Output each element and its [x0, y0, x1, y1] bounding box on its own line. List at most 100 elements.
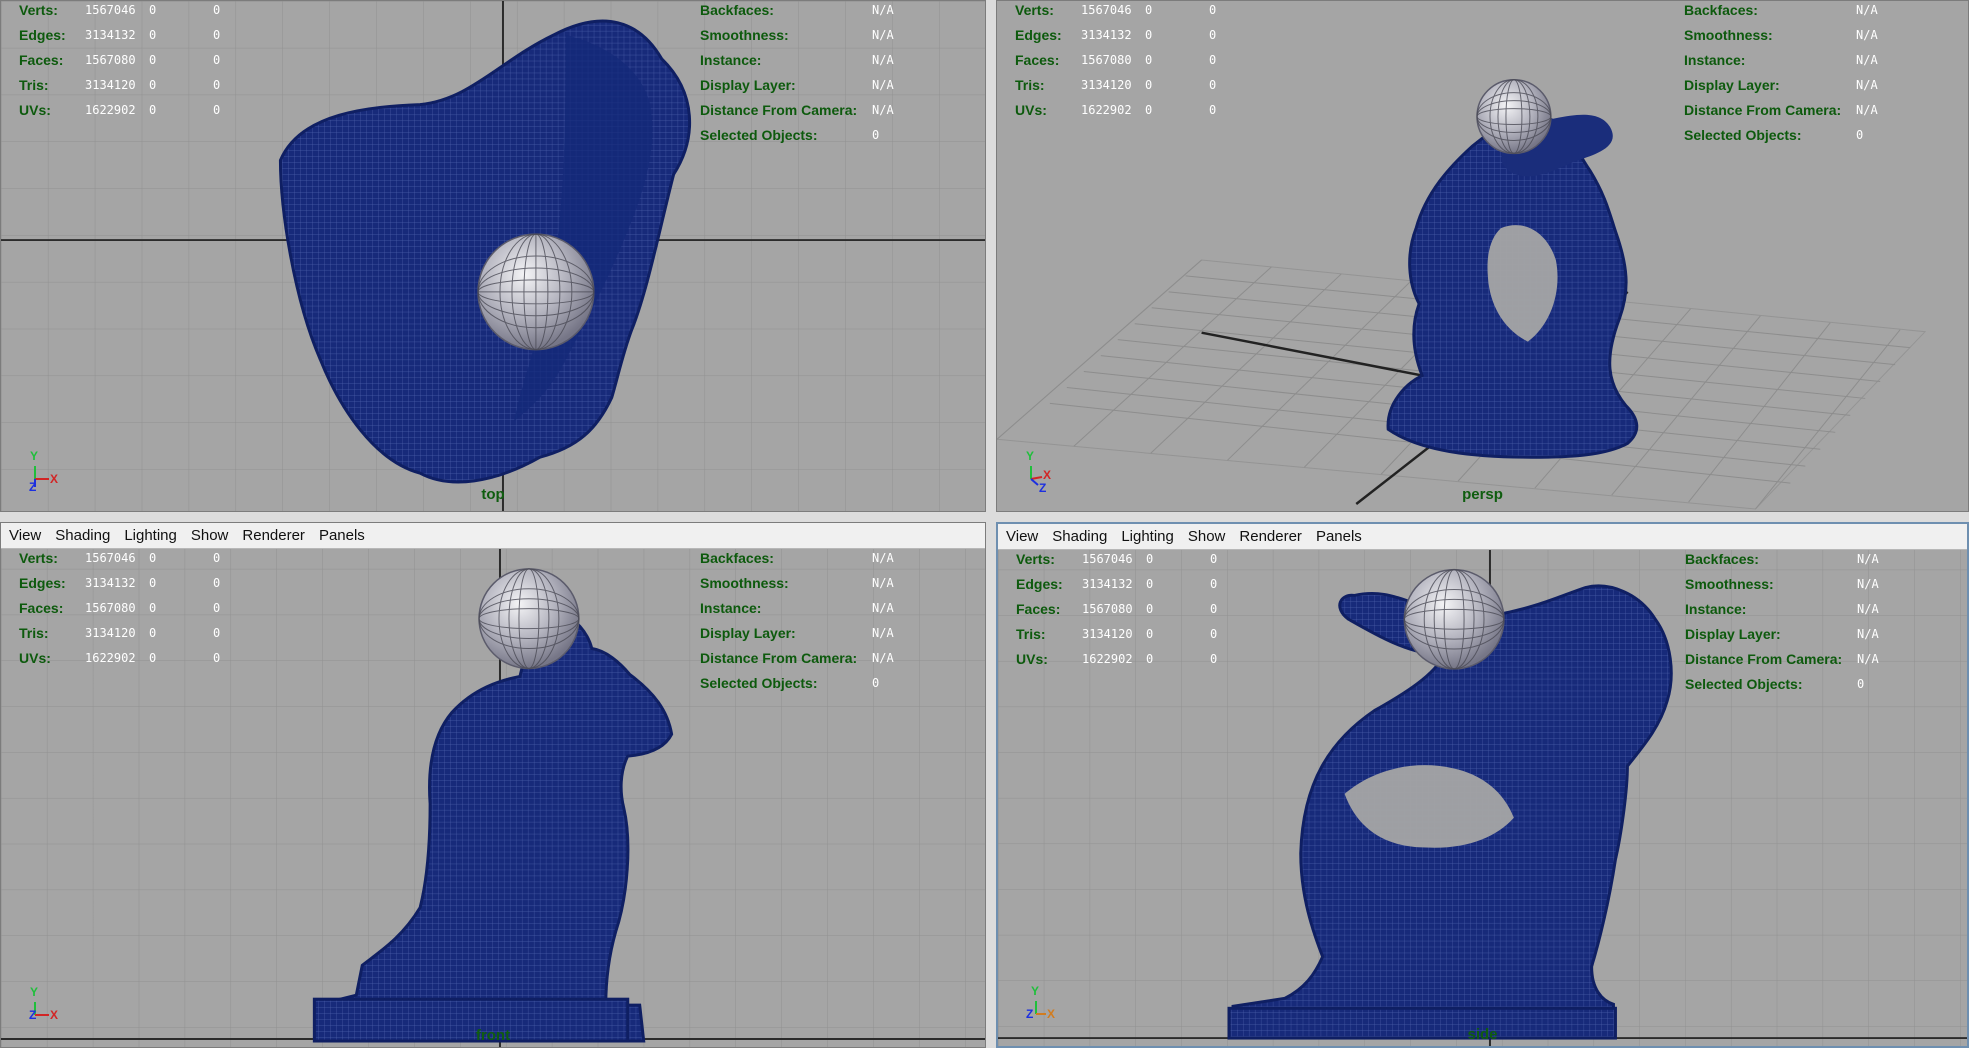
hud-value: 0 [872, 676, 880, 690]
hud-label: Verts: [1016, 551, 1055, 567]
hud-label: Smoothness: [1685, 576, 1774, 592]
menu-view[interactable]: View [7, 525, 43, 546]
hud-row: Verts: 1567046 0 0 [19, 546, 277, 571]
menu-show[interactable]: Show [189, 525, 231, 546]
hud-row: Distance From Camera: N/A [1685, 647, 1879, 672]
axis-y-label: Y [1026, 449, 1035, 463]
hud-row: Tris: 3134120 0 0 [19, 621, 277, 646]
front-viewport[interactable]: View Shading Lighting Show Renderer Pane… [0, 522, 986, 1048]
hud-value-2: 0 [1145, 28, 1153, 42]
hud-value: N/A [872, 551, 894, 565]
hud-value-3: 0 [213, 626, 221, 640]
axis-x-label: X [50, 1008, 59, 1022]
hud-row: Distance From Camera: N/A [700, 98, 894, 123]
hud-value: 0 [872, 128, 880, 142]
hud-value: 1622902 [85, 103, 136, 117]
hud-value: 1567080 [85, 601, 136, 615]
hud-value: 1567080 [1081, 53, 1132, 67]
front-panel-menu: View Shading Lighting Show Renderer Pane… [1, 523, 985, 549]
hud-value: N/A [872, 103, 894, 117]
hud-row: Backfaces: N/A [1685, 547, 1879, 572]
hud-row: Distance From Camera: N/A [700, 646, 894, 671]
menu-panels[interactable]: Panels [317, 525, 367, 546]
side-axis-indicator: Y Z X [1022, 984, 1062, 1026]
hud-label: Edges: [1016, 576, 1063, 592]
hud-row: Tris: 3134120 0 0 [1015, 73, 1273, 98]
hud-label: Instance: [700, 52, 762, 68]
front-panel-name: front [475, 1027, 511, 1044]
menu-panels[interactable]: Panels [1314, 526, 1364, 547]
hud-value: 1622902 [1082, 652, 1133, 666]
hud-value: 0 [1857, 677, 1865, 691]
hud-value: 1622902 [1081, 103, 1132, 117]
hud-row: UVs: 1622902 0 0 [19, 98, 277, 123]
hud-row: Edges: 3134132 0 0 [1015, 23, 1273, 48]
hud-row: Selected Objects: 0 [700, 671, 894, 696]
hud-label: Tris: [1015, 77, 1045, 93]
hud-value-2: 0 [149, 626, 157, 640]
hud-row: Verts: 1567046 0 0 [19, 1, 277, 23]
hud-label: Display Layer: [1684, 77, 1780, 93]
hud-value-3: 0 [1209, 3, 1217, 17]
hud-value: N/A [1857, 602, 1879, 616]
hud-row: Backfaces: N/A [700, 1, 894, 23]
hud-value-2: 0 [1145, 103, 1153, 117]
persp-viewport[interactable]: Verts: 1567046 0 0 Edges: 3134132 0 0 Faces: 15… [996, 0, 1969, 512]
hud-value-2: 0 [149, 601, 157, 615]
side-viewport[interactable]: View Shading Lighting Show Renderer Pane… [996, 522, 1969, 1048]
hud-value-3: 0 [1209, 103, 1217, 117]
axis-x-label: X [1043, 468, 1052, 482]
hud-row: Faces: 1567080 0 0 [1015, 48, 1273, 73]
menu-renderer[interactable]: Renderer [1237, 526, 1304, 547]
axis-y-label: Y [1031, 984, 1040, 998]
hud-value-3: 0 [213, 103, 221, 117]
axis-z-label: Z [1026, 1007, 1034, 1021]
hud-value: N/A [1857, 652, 1879, 666]
hud-label: Tris: [1016, 626, 1046, 642]
hud-value: 3134132 [1081, 28, 1132, 42]
hud-row: Backfaces: N/A [1684, 1, 1878, 23]
menu-shading[interactable]: Shading [53, 525, 112, 546]
hud-label: Smoothness: [700, 575, 789, 591]
menu-show[interactable]: Show [1186, 526, 1228, 547]
hud-value: 1567046 [1082, 552, 1133, 566]
hud-label: Smoothness: [1684, 27, 1773, 43]
menu-renderer[interactable]: Renderer [240, 525, 307, 546]
hud-value: 0 [1856, 128, 1864, 142]
axis-x-label: X [50, 472, 59, 486]
hud-row: Verts: 1567046 0 0 [1015, 1, 1273, 23]
front-hud-right: Backfaces: N/A Smoothness: N/A Instance: N/… [700, 546, 894, 696]
menu-shading[interactable]: Shading [1050, 526, 1109, 547]
hud-row: Edges: 3134132 0 0 [19, 571, 277, 596]
hud-row: Tris: 3134120 0 0 [19, 73, 277, 98]
hud-row: Edges: 3134132 0 0 [1016, 572, 1274, 597]
hud-row: Faces: 1567080 0 0 [19, 48, 277, 73]
menu-view[interactable]: View [1004, 526, 1040, 547]
hud-label: Display Layer: [700, 625, 796, 641]
hud-label: UVs: [1015, 102, 1047, 118]
hud-label: Instance: [700, 600, 762, 616]
hud-value-2: 0 [149, 576, 157, 590]
hud-row: UVs: 1622902 0 0 [19, 646, 277, 671]
hud-value-2: 0 [1146, 602, 1154, 616]
hud-value-2: 0 [1145, 78, 1153, 92]
menu-lighting[interactable]: Lighting [122, 525, 179, 546]
hud-value: 3134120 [85, 78, 136, 92]
hud-value-3: 0 [213, 3, 221, 17]
hud-value: N/A [1857, 577, 1879, 591]
top-hud-left: Verts: 1567046 0 0 Edges: 3134132 0 0 Faces: 15… [19, 1, 277, 123]
menu-lighting[interactable]: Lighting [1119, 526, 1176, 547]
hud-value: N/A [872, 601, 894, 615]
hud-row: Distance From Camera: N/A [1684, 98, 1878, 123]
side-hud-left: Verts: 1567046 0 0 Edges: 3134132 0 0 Faces: 15… [1016, 547, 1274, 672]
top-viewport[interactable]: Verts: 1567046 0 0 Edges: 3134132 0 0 Faces: 15… [0, 0, 986, 512]
hud-label: Display Layer: [1685, 626, 1781, 642]
side-panel-name: side [1467, 1026, 1498, 1043]
hud-label: Selected Objects: [700, 675, 818, 691]
hud-label: Distance From Camera: [1684, 102, 1842, 118]
hud-row: UVs: 1622902 0 0 [1016, 647, 1274, 672]
hud-value: N/A [872, 78, 894, 92]
axis-y-label: Y [30, 985, 39, 999]
hud-label: Edges: [1015, 27, 1062, 43]
hud-label: Backfaces: [700, 2, 774, 18]
